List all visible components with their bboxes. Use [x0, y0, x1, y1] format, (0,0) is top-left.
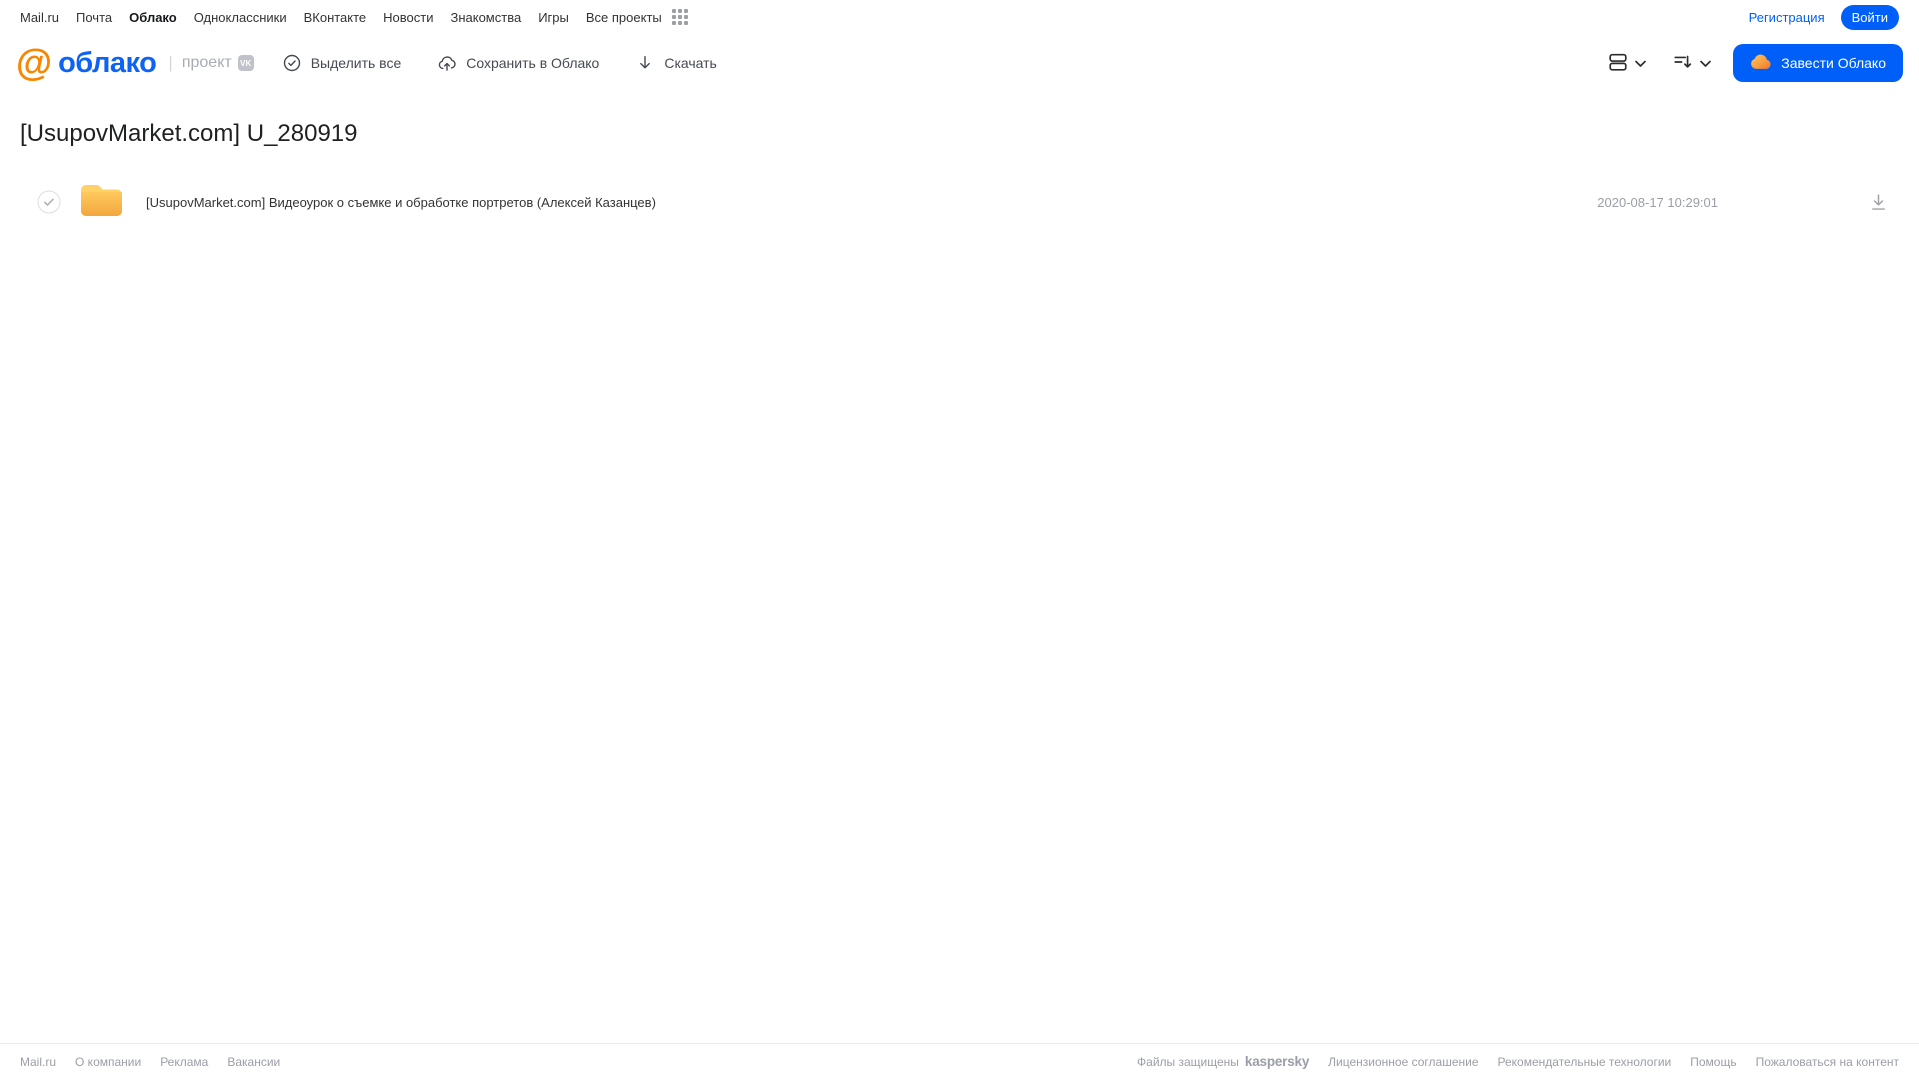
- cloud-header: @ облако | проект VK Выделить все Сохран…: [0, 34, 1919, 92]
- project-label: проект: [181, 54, 232, 71]
- footer-link-license[interactable]: Лицензионное соглашение: [1328, 1055, 1478, 1069]
- topbar-link-znakomstva[interactable]: Знакомства: [450, 10, 521, 25]
- protected-prefix-text: Файлы защищены: [1137, 1054, 1239, 1069]
- protected-by-label: Файлы защищены kaspersky: [1137, 1054, 1309, 1069]
- footer-link-ads[interactable]: Реклама: [160, 1055, 208, 1069]
- footer-right-links: Файлы защищены kaspersky Лицензионное со…: [1137, 1054, 1899, 1069]
- view-mode-control[interactable]: [1607, 51, 1647, 76]
- save-to-cloud-button[interactable]: Сохранить в Облако: [437, 53, 599, 73]
- login-button[interactable]: Войти: [1840, 4, 1899, 30]
- footer-link-report-content[interactable]: Пожаловаться на контент: [1756, 1055, 1899, 1069]
- list-view-icon: [1607, 51, 1629, 76]
- select-all-button[interactable]: Выделить все: [282, 53, 402, 73]
- cloud-brand-text: облако: [58, 46, 157, 79]
- footer-link-mailru[interactable]: Mail.ru: [20, 1055, 56, 1069]
- chevron-down-icon: [1700, 56, 1712, 71]
- mailru-at-icon: @: [16, 41, 53, 83]
- cloud-icon: [1750, 54, 1772, 73]
- file-modified-date: 2020-08-17 10:29:01: [1597, 194, 1718, 210]
- footer-link-company[interactable]: О компании: [75, 1055, 141, 1069]
- footer-left-links: Mail.ru О компании Реклама Вакансии: [20, 1055, 280, 1069]
- select-all-label: Выделить все: [310, 55, 402, 71]
- sort-control[interactable]: [1672, 51, 1712, 76]
- topbar-link-mailru[interactable]: Mail.ru: [20, 10, 59, 25]
- create-cloud-label: Завести Облако: [1781, 55, 1886, 71]
- topbar-link-oblako[interactable]: Облако: [129, 10, 177, 25]
- file-download-icon[interactable]: [1868, 192, 1889, 213]
- download-icon: [635, 53, 655, 73]
- download-button[interactable]: Скачать: [635, 53, 717, 73]
- row-checkbox-icon[interactable]: [37, 190, 61, 214]
- create-cloud-button[interactable]: Завести Облако: [1733, 44, 1903, 82]
- file-name-link[interactable]: [UsupovMarket.com] Видеоурок о съемке и …: [146, 195, 1597, 210]
- topbar-link-igry[interactable]: Игры: [538, 10, 569, 25]
- file-list-area: [UsupovMarket.com] U_280919 [UsupovMarke…: [0, 92, 1919, 1043]
- apps-grid-icon[interactable]: [671, 9, 688, 25]
- sort-icon: [1672, 51, 1694, 76]
- file-toolbar: Выделить все Сохранить в Облако Скачать: [282, 53, 717, 73]
- logo-divider: |: [168, 53, 173, 72]
- portal-links: Mail.ru Почта Облако Одноклассники ВКонт…: [20, 10, 662, 25]
- portal-topbar: Mail.ru Почта Облако Одноклассники ВКонт…: [0, 0, 1919, 34]
- topbar-link-vse-proekty[interactable]: Все проекты: [586, 10, 662, 25]
- topbar-link-pochta[interactable]: Почта: [76, 10, 112, 25]
- footer-link-jobs[interactable]: Вакансии: [227, 1055, 280, 1069]
- download-label: Скачать: [664, 55, 717, 71]
- chevron-down-icon: [1635, 56, 1647, 71]
- save-to-cloud-label: Сохранить в Облако: [466, 55, 600, 71]
- cloud-upload-icon: [437, 53, 457, 73]
- topbar-link-vkontakte[interactable]: ВКонтакте: [304, 10, 367, 25]
- registration-link[interactable]: Регистрация: [1749, 10, 1825, 25]
- footer-link-help[interactable]: Помощь: [1690, 1055, 1736, 1069]
- kaspersky-logo[interactable]: kaspersky: [1245, 1054, 1309, 1069]
- cloud-public-page: Mail.ru Почта Облако Одноклассники ВКонт…: [0, 0, 1919, 1079]
- cloud-logo[interactable]: @ облако | проект VK: [16, 41, 254, 83]
- page-title: [UsupovMarket.com] U_280919: [20, 120, 358, 147]
- vk-badge-icon: VK: [237, 55, 254, 71]
- footer-link-recommendations[interactable]: Рекомендательные технологии: [1498, 1055, 1672, 1069]
- topbar-link-odnoklassniki[interactable]: Одноклассники: [194, 10, 287, 25]
- folder-icon: [80, 182, 123, 222]
- topbar-auth: Регистрация Войти: [1749, 4, 1899, 30]
- topbar-link-novosti[interactable]: Новости: [383, 10, 433, 25]
- header-controls: Завести Облако: [1607, 44, 1903, 82]
- check-circle-icon: [282, 53, 302, 73]
- file-row[interactable]: [UsupovMarket.com] Видеоурок о съемке и …: [0, 179, 1919, 225]
- page-footer: Mail.ru О компании Реклама Вакансии Файл…: [0, 1043, 1919, 1079]
